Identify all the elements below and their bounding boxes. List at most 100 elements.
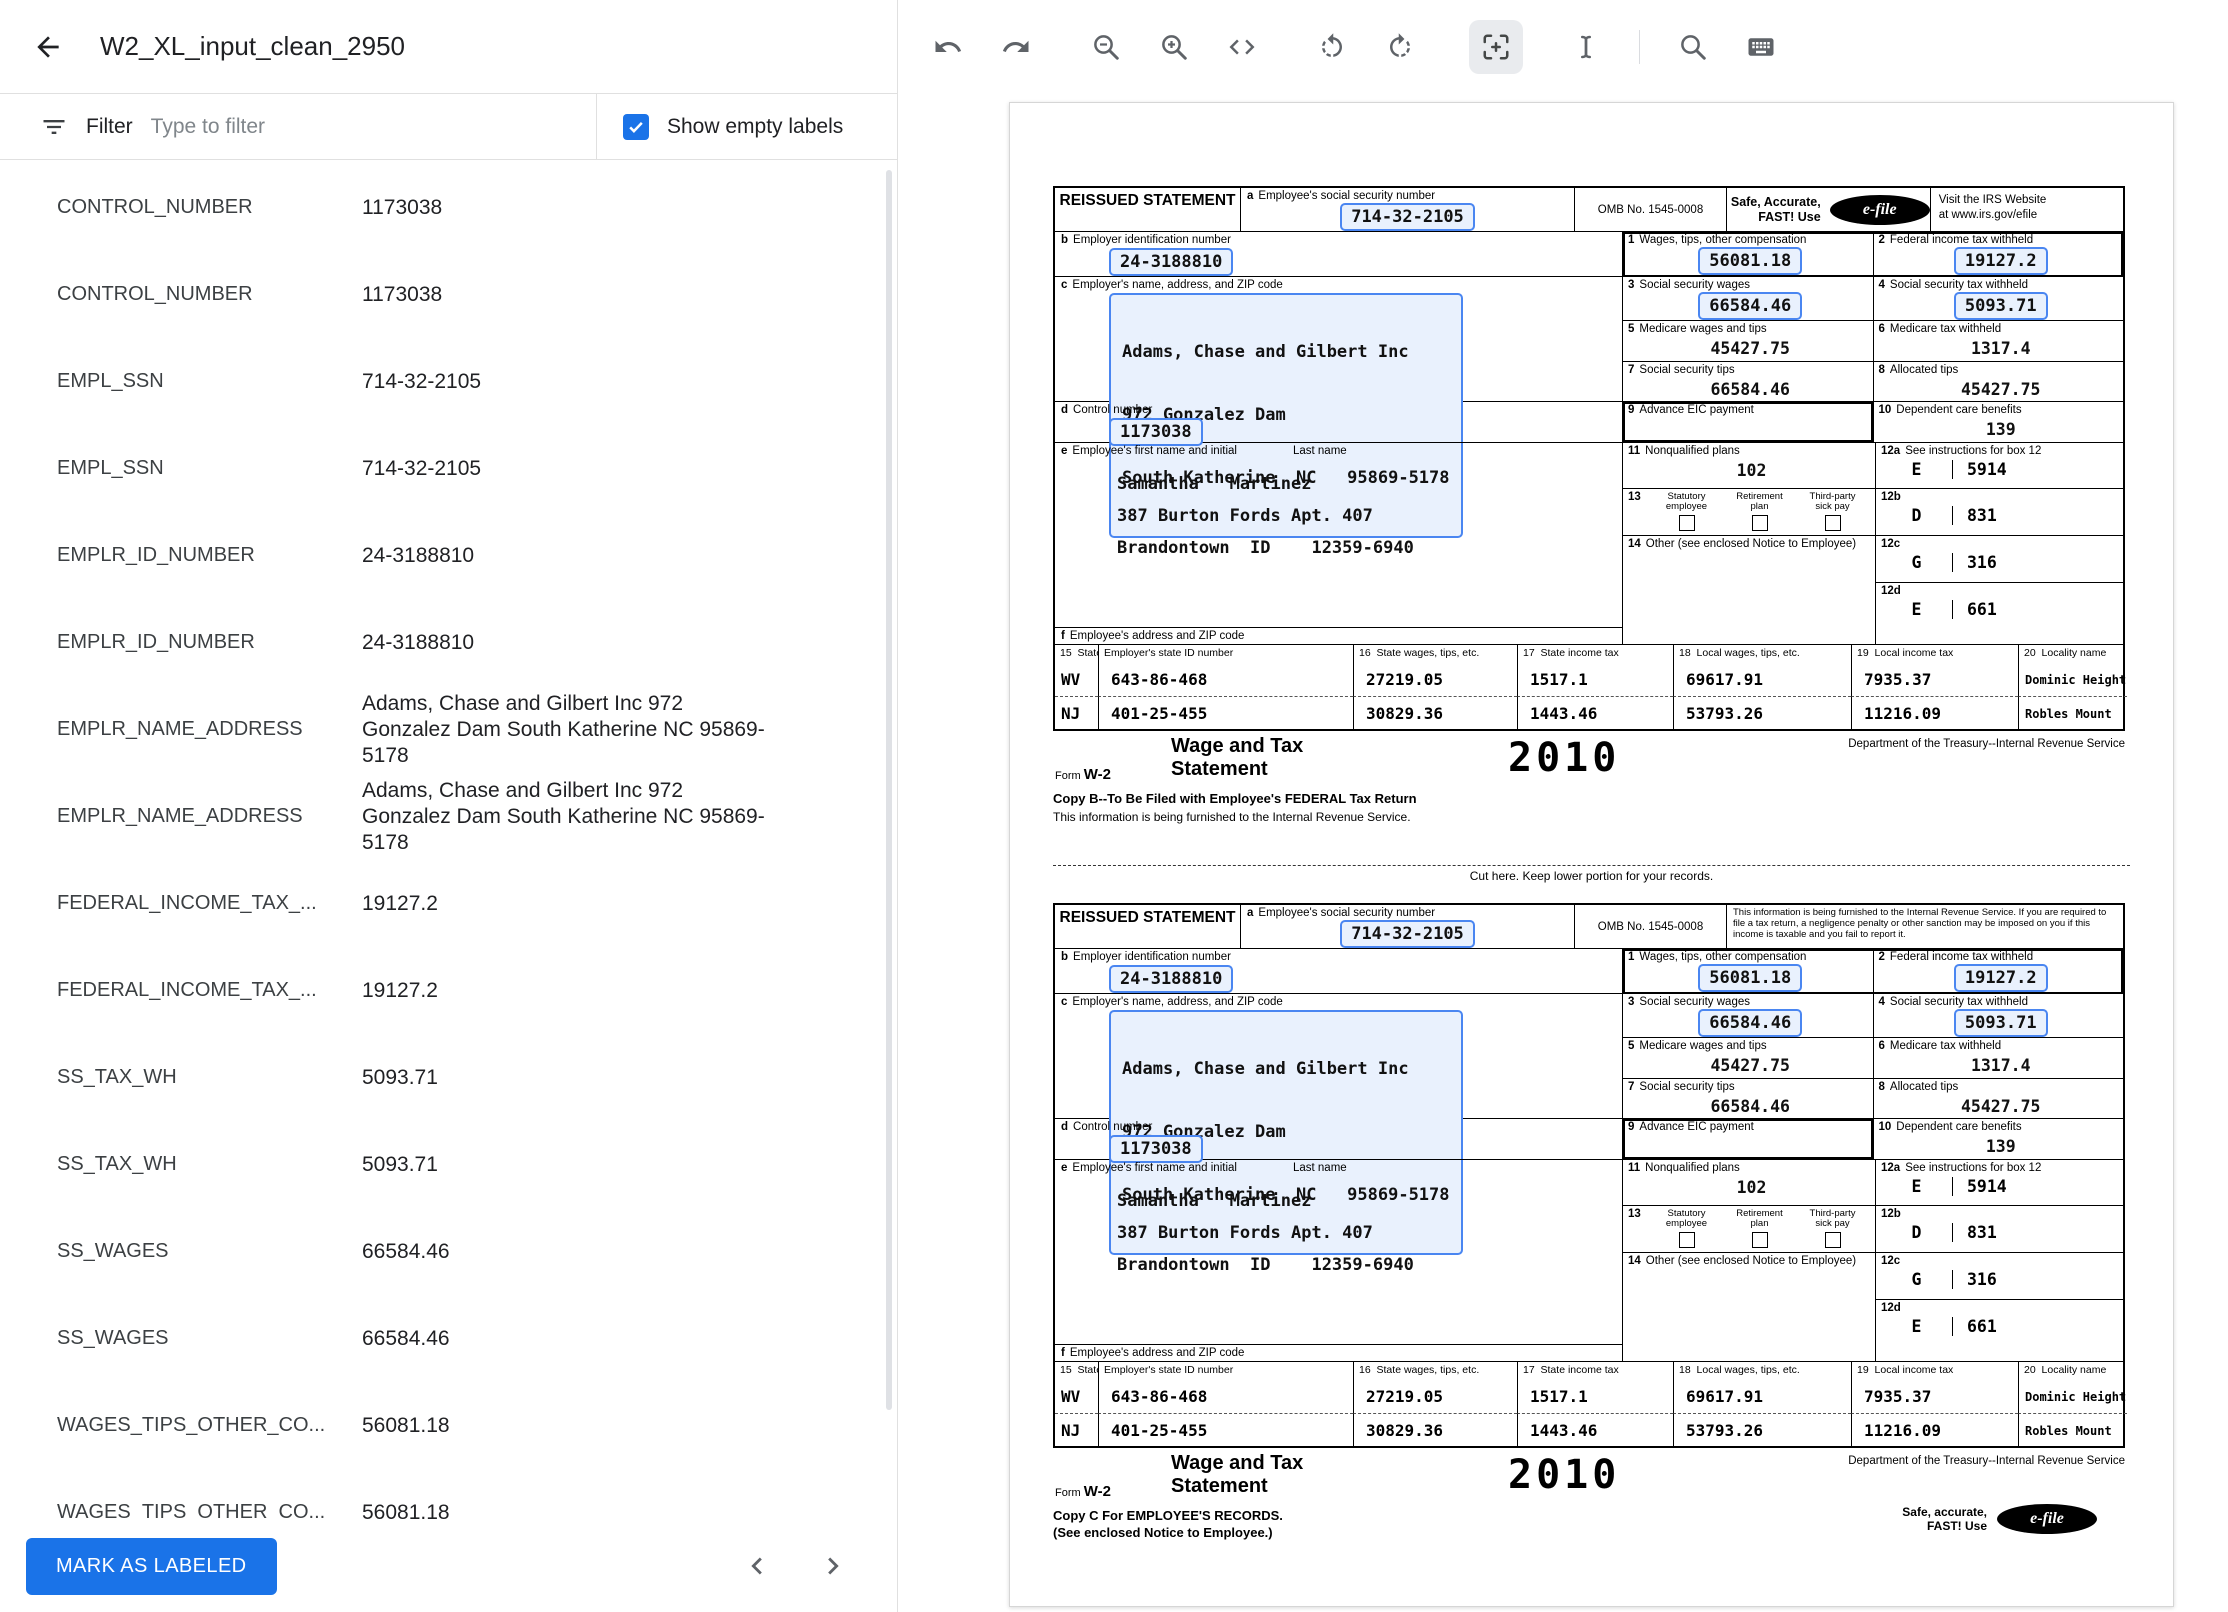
statutory-employee-checkbox[interactable] [1678, 1231, 1695, 1248]
annotation-ein[interactable]: 24-3188810 [1109, 964, 1234, 993]
annotation-control-number[interactable]: 1173038 [1109, 417, 1203, 446]
zoom-out-button[interactable] [1079, 20, 1133, 74]
rotate-right-button[interactable] [1373, 20, 1427, 74]
label-value: 66584.46 [362, 1239, 450, 1263]
show-empty-labels-label: Show empty labels [667, 114, 844, 138]
box-13: 13 Statutory employee Retirement plan Th… [1623, 1206, 1875, 1253]
box-d: d Control number 1173038 [1055, 1119, 1622, 1163]
undo-button[interactable] [921, 20, 975, 74]
back-button[interactable] [28, 27, 68, 67]
label-name: WAGES_TIPS_OTHER_CO... [57, 1414, 326, 1436]
third-party-sick-pay-checkbox[interactable] [1824, 514, 1841, 531]
label-name: EMPLR_NAME_ADDRESS [57, 718, 303, 740]
label-row[interactable]: EMPLR_ID_NUMBER 24-3188810 [0, 512, 897, 599]
w2-form: REISSUED STATEMENT a Employee's social se… [1053, 903, 2127, 1546]
state-cell: WV [1055, 663, 1098, 697]
annotation-box3[interactable]: 66584.46 [1698, 1008, 1803, 1037]
mark-as-labeled-button[interactable]: MARK AS LABELED [26, 1537, 277, 1595]
label-row[interactable]: FEDERAL_INCOME_TAX_... 19127.2 [0, 860, 897, 947]
annotation-ein[interactable]: 24-3188810 [1109, 247, 1234, 276]
box-2: 2 Federal income tax withheld 19127.2 [1872, 949, 2124, 993]
box-11-13-14-column: 11 Nonqualified plans 102 13 Statutory em… [1623, 443, 1875, 644]
box-11-13-14-column: 11 Nonqualified plans 102 13 Statutory em… [1623, 1160, 1875, 1361]
label-name: EMPL_SSN [57, 457, 164, 479]
state-tax-header: 17 State income tax [1517, 1362, 1673, 1380]
state-id-header: Employer's state ID number [1098, 645, 1353, 663]
label-row[interactable]: EMPLR_NAME_ADDRESS Adams, Chase and Gilb… [0, 686, 897, 773]
show-empty-labels-checkbox[interactable] [623, 113, 649, 140]
code-view-button[interactable] [1215, 20, 1269, 74]
box-11-14-area: 11 Nonqualified plans 102 13 Statutory em… [1623, 1160, 2123, 1361]
annotation-ssn[interactable]: 714-32-2105 [1340, 202, 1475, 231]
next-page-button[interactable] [811, 1544, 855, 1588]
annotation-box1[interactable]: 56081.18 [1698, 963, 1803, 992]
sidebar-scrollbar[interactable] [886, 170, 892, 1410]
search-button[interactable] [1666, 20, 1720, 74]
annotation-box2[interactable]: 19127.2 [1953, 963, 2048, 992]
undo-icon [935, 40, 962, 52]
rotate-left-button[interactable] [1305, 20, 1359, 74]
label-row[interactable]: CONTROL_NUMBER 1173038 [0, 251, 897, 338]
state-wages-cell: 30829.36 [1353, 1414, 1517, 1446]
label-row[interactable]: CONTROL_NUMBER 1173038 [0, 164, 897, 251]
form-number: Form W-2 [1055, 1483, 1111, 1500]
chevron-left-icon [751, 1557, 762, 1575]
header-right: This information is being furnished to t… [1726, 905, 2123, 948]
label-row[interactable]: EMPL_SSN 714-32-2105 [0, 425, 897, 512]
label-value: 19127.2 [362, 978, 438, 1002]
label-row[interactable]: WAGES_TIPS_OTHER_CO... 56081.18 [0, 1382, 897, 1469]
state-header: 15 State [1060, 647, 1098, 659]
annotation-box1[interactable]: 56081.18 [1698, 246, 1803, 275]
employee-city: Brandontown ID 12359-6940 [1117, 537, 1414, 558]
label-row[interactable]: FEDERAL_INCOME_TAX_... 19127.2 [0, 947, 897, 1034]
statutory-employee-checkbox[interactable] [1678, 514, 1695, 531]
employee-name: Samantha Martinez [1117, 473, 1312, 494]
label-row[interactable]: EMPLR_ID_NUMBER 24-3188810 [0, 599, 897, 686]
redo-button[interactable] [989, 20, 1043, 74]
annotation-ssn[interactable]: 714-32-2105 [1340, 919, 1475, 948]
label-value: 19127.2 [362, 891, 438, 915]
sidebar-header: W2_XL_input_clean_2950 [0, 0, 897, 94]
w2-main: b Employer identification number 24-31888… [1055, 232, 2123, 644]
annotation-box3[interactable]: 66584.46 [1698, 291, 1803, 320]
locality-header: 20 Locality name [2018, 1362, 2127, 1380]
previous-page-button[interactable] [735, 1544, 779, 1588]
local-tax-cell: 7935.37 [1851, 663, 2018, 697]
filter-input[interactable] [150, 114, 596, 139]
third-party-sick-pay-checkbox[interactable] [1824, 1231, 1841, 1248]
label-value: 714-32-2105 [362, 456, 482, 480]
efile-logo: e-file [1829, 194, 1930, 225]
annotation-control-number[interactable]: 1173038 [1109, 1134, 1203, 1163]
zoom-in-button[interactable] [1147, 20, 1201, 74]
box-6: 6 Medicare tax withheld 1317.4 [1872, 1038, 2124, 1078]
local-tax-cell: 7935.37 [1851, 1380, 2018, 1414]
retirement-plan-checkbox[interactable] [1751, 514, 1768, 531]
label-row[interactable]: WAGES_TIPS_OTHER_CO... 56081.18 [0, 1469, 897, 1521]
add-bounding-box-button[interactable] [1469, 20, 1523, 74]
text-select-icon [1581, 35, 1591, 59]
w2-header-row: REISSUED STATEMENT a Employee's social se… [1055, 188, 2123, 232]
label-row[interactable]: EMPLR_NAME_ADDRESS Adams, Chase and Gilb… [0, 773, 897, 860]
label-row[interactable]: SS_WAGES 66584.46 [0, 1208, 897, 1295]
form-number: Form W-2 [1055, 766, 1111, 783]
local-wages-header: 18 Local wages, tips, etc. [1673, 1362, 1851, 1380]
retirement-plan-checkbox[interactable] [1751, 1231, 1768, 1248]
treasury-department: Department of the Treasury--Internal Rev… [1848, 1455, 2125, 1467]
annotation-box4[interactable]: 5093.71 [1953, 291, 2048, 320]
employee-street: 387 Burton Fords Apt. 407 [1117, 505, 1373, 526]
state-wages-cell: 30829.36 [1353, 697, 1517, 729]
locality-cell: Robles Mount [2018, 1414, 2127, 1446]
label-row[interactable]: SS_WAGES 66584.46 [0, 1295, 897, 1382]
label-row[interactable]: SS_TAX_WH 5093.71 [0, 1034, 897, 1121]
label-row[interactable]: SS_TAX_WH 5093.71 [0, 1121, 897, 1208]
box-1-2-row: 1 Wages, tips, other compensation 56081.1… [1623, 949, 2123, 994]
label-name: SS_TAX_WH [57, 1153, 177, 1175]
third-party-sick-pay-option: Third-party sick pay [1801, 1208, 1865, 1248]
text-select-button[interactable] [1559, 20, 1613, 74]
keyboard-shortcuts-button[interactable] [1734, 20, 1788, 74]
annotation-box4[interactable]: 5093.71 [1953, 1008, 2048, 1037]
label-row[interactable]: EMPL_SSN 714-32-2105 [0, 338, 897, 425]
employee-city: Brandontown ID 12359-6940 [1117, 1254, 1414, 1275]
label-value: 714-32-2105 [362, 369, 482, 393]
annotation-box2[interactable]: 19127.2 [1953, 246, 2048, 275]
